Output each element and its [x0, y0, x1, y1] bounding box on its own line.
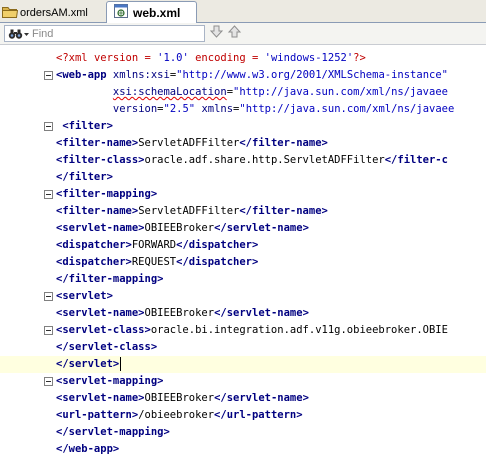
code-text: <filter-name>ServletADFFilter</filter-na… [56, 205, 328, 217]
code-line: <dispatcher>REQUEST</dispatcher> [0, 254, 486, 271]
code-line: <servlet-name>OBIEEBroker</servlet-name> [0, 390, 486, 407]
code-text: <dispatcher>REQUEST</dispatcher> [56, 256, 259, 268]
code-text: </web-app> [56, 443, 120, 455]
code-line: </web-app> [0, 441, 486, 458]
tab-label: ordersAM.xml [20, 6, 88, 19]
arrow-up-icon [227, 24, 242, 44]
code-line: xsi:schemaLocation="http://java.sun.com/… [0, 84, 486, 101]
code-line: </servlet-mapping> [0, 424, 486, 441]
code-text: <filter-name>ServletADFFilter</filter-na… [56, 137, 328, 149]
code-line: <servlet-class>oracle.bi.integration.adf… [0, 322, 486, 339]
code-text: version="2.5" xmlns="http://java.sun.com… [112, 103, 455, 115]
code-line: <dispatcher>FORWARD</dispatcher> [0, 237, 486, 254]
folder-icon [2, 4, 19, 21]
code-line: <?xml version = '1.0' encoding = 'window… [0, 50, 486, 67]
code-text: <filter-class>oracle.adf.share.http.Serv… [56, 154, 448, 166]
code-text: <servlet-name>OBIEEBroker</servlet-name> [56, 307, 309, 319]
code-line: <filter-class>oracle.adf.share.http.Serv… [0, 152, 486, 169]
code-text: <filter-mapping> [56, 188, 158, 200]
code-text: </servlet-mapping> [56, 426, 170, 438]
code-line: </servlet-class> [0, 339, 486, 356]
tab-label: web.xml [133, 5, 181, 20]
current-line: </servlet> [0, 356, 486, 373]
fold-toggle[interactable] [44, 190, 53, 199]
fold-toggle[interactable] [44, 326, 53, 335]
code-line: <filter-name>ServletADFFilter</filter-na… [0, 135, 486, 152]
code-text: <servlet-name>OBIEEBroker</servlet-name> [56, 392, 309, 404]
code-text: </filter> [56, 171, 113, 183]
editor-tab-bar: ordersAM.xml web.xml [0, 0, 486, 23]
code-line: </filter> [0, 169, 486, 186]
code-line: <servlet-name>OBIEEBroker</servlet-name> [0, 305, 486, 322]
binoculars-dropdown-icon[interactable] [8, 27, 30, 40]
find-input[interactable] [30, 26, 182, 41]
tab-web-xml[interactable]: web.xml [106, 1, 197, 23]
fold-toggle[interactable] [44, 71, 53, 80]
fold-toggle[interactable] [44, 122, 53, 131]
code-line: <filter-name>ServletADFFilter</filter-na… [0, 203, 486, 220]
code-text: <?xml version = '1.0' encoding = 'window… [56, 52, 366, 64]
code-text: </servlet-class> [56, 341, 158, 353]
code-line: <web-app xmlns:xsi="http://www.w3.org/20… [0, 67, 486, 84]
code-text: <servlet-class>oracle.bi.integration.adf… [56, 324, 448, 336]
code-text: </servlet> [56, 357, 122, 371]
code-line: version="2.5" xmlns="http://java.sun.com… [0, 101, 486, 118]
fold-toggle[interactable] [44, 292, 53, 301]
code-line: <servlet-mapping> [0, 373, 486, 390]
find-toolbar [0, 23, 486, 45]
find-previous-button[interactable] [226, 24, 243, 44]
tab-orders-am-xml[interactable]: ordersAM.xml [0, 2, 105, 23]
code-line: <servlet-name>OBIEEBroker</servlet-name> [0, 220, 486, 237]
code-text: <dispatcher>FORWARD</dispatcher> [56, 239, 259, 251]
code-line: <servlet> [0, 288, 486, 305]
code-text: <url-pattern>/obieebroker</url-pattern> [56, 409, 303, 421]
code-line: <filter-mapping> [0, 186, 486, 203]
find-box [4, 25, 205, 42]
code-text: <servlet-name>OBIEEBroker</servlet-name> [56, 222, 309, 234]
code-text: </filter-mapping> [56, 273, 164, 285]
code-text: <filter> [56, 120, 113, 132]
text-caret [120, 357, 122, 371]
web-xml-icon [113, 3, 129, 22]
fold-toggle[interactable] [44, 377, 53, 386]
code-text: xsi:schemaLocation="http://java.sun.com/… [112, 86, 448, 98]
code-text: <web-app xmlns:xsi="http://www.w3.org/20… [56, 69, 448, 81]
code-text: <servlet-mapping> [56, 375, 164, 387]
code-line: <url-pattern>/obieebroker</url-pattern> [0, 407, 486, 424]
code-editor[interactable]: <?xml version = '1.0' encoding = 'window… [0, 45, 486, 458]
code-line: </filter-mapping> [0, 271, 486, 288]
code-text: <servlet> [56, 290, 113, 302]
arrow-down-icon [209, 24, 224, 44]
find-next-button[interactable] [208, 25, 225, 42]
code-line: <filter> [0, 118, 486, 135]
